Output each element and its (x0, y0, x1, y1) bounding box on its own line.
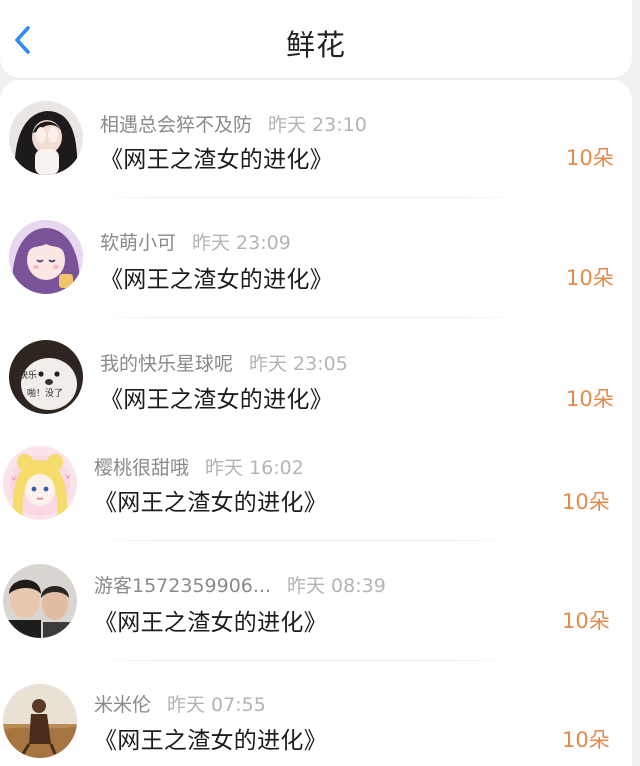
list-item[interactable]: 快乐 啪！没了 我的快乐星球呢 昨天 23:05 《网王之渣女的进化》 10朵 (0, 318, 632, 430)
book-title: 《网王之渣女的进化》 (100, 267, 333, 293)
item-meta: 我的快乐星球呢 昨天 23:05 (100, 349, 348, 376)
avatar-image (9, 101, 83, 175)
item-meta: 游客1572359906... 昨天 08:39 (94, 571, 386, 598)
flower-count: 10朵 (566, 146, 614, 170)
flower-count: 10朵 (566, 387, 614, 411)
timestamp: 昨天 07:55 (167, 694, 266, 716)
timestamp: 昨天 23:10 (268, 114, 367, 136)
nav-header: 鲜花 (0, 0, 632, 78)
avatar-caption: 快乐 (19, 369, 37, 381)
avatar-image (3, 684, 77, 758)
timestamp: 昨天 23:05 (249, 353, 348, 375)
item-meta: 相遇总会猝不及防 昨天 23:10 (100, 110, 367, 137)
user-name[interactable]: 我的快乐星球呢 (100, 353, 233, 375)
flower-count: 10朵 (562, 609, 610, 633)
flower-list: 相遇总会猝不及防 昨天 23:10 《网王之渣女的进化》 10朵 软萌小可 昨天 2… (0, 80, 632, 766)
book-title: 《网王之渣女的进化》 (94, 728, 327, 754)
list-item[interactable]: 软萌小可 昨天 23:09 《网王之渣女的进化》 10朵 (0, 198, 632, 318)
book-title: 《网王之渣女的进化》 (100, 387, 333, 413)
item-meta: 樱桃很甜哦 昨天 16:02 (94, 453, 304, 480)
timestamp: 昨天 23:09 (192, 232, 291, 254)
book-title: 《网王之渣女的进化》 (100, 147, 333, 173)
list-item[interactable]: 米米伦 昨天 07:55 《网王之渣女的进化》 10朵 (0, 661, 632, 766)
timestamp: 昨天 08:39 (287, 575, 386, 597)
user-name[interactable]: 软萌小可 (100, 232, 176, 254)
book-title: 《网王之渣女的进化》 (94, 610, 327, 636)
avatar-caption: 啪！没了 (27, 387, 63, 399)
avatar-image (9, 220, 83, 294)
user-name[interactable]: 米米伦 (94, 694, 151, 716)
list-item[interactable]: 游客1572359906... 昨天 08:39 《网王之渣女的进化》 10朵 (0, 541, 632, 661)
list-item[interactable]: 相遇总会猝不及防 昨天 23:10 《网王之渣女的进化》 10朵 (0, 80, 632, 198)
page-title: 鲜花 (285, 28, 346, 62)
list-item[interactable]: 樱桃很甜哦 昨天 16:02 《网王之渣女的进化》 10朵 (0, 430, 632, 540)
item-meta: 软萌小可 昨天 23:09 (100, 228, 291, 255)
flower-count: 10朵 (562, 728, 610, 752)
avatar[interactable] (3, 446, 77, 520)
avatar-image (3, 564, 77, 638)
user-name[interactable]: 游客1572359906... (94, 575, 271, 597)
avatar[interactable] (3, 564, 77, 638)
avatar[interactable] (9, 220, 83, 294)
avatar[interactable]: 快乐 啪！没了 (9, 340, 83, 414)
avatar-image: 快乐 啪！没了 (9, 340, 83, 414)
user-name[interactable]: 樱桃很甜哦 (94, 457, 189, 479)
item-meta: 米米伦 昨天 07:55 (94, 690, 266, 717)
avatar[interactable] (9, 101, 83, 175)
user-name[interactable]: 相遇总会猝不及防 (100, 114, 252, 136)
timestamp: 昨天 16:02 (205, 457, 304, 479)
book-title: 《网王之渣女的进化》 (94, 490, 327, 516)
flower-count: 10朵 (566, 266, 614, 290)
avatar-image (3, 446, 77, 520)
flower-count: 10朵 (562, 490, 610, 514)
avatar[interactable] (3, 684, 77, 758)
